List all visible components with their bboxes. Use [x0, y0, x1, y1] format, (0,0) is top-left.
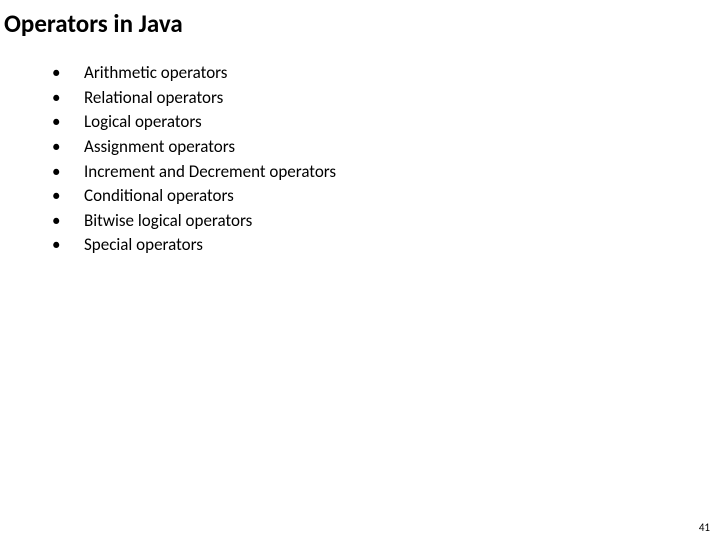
page-number: 41	[699, 521, 710, 534]
bullet-text: Special operators	[84, 233, 720, 258]
bullet-text: Bitwise logical operators	[84, 209, 720, 234]
bullet-icon: •	[50, 61, 84, 86]
list-item: • Special operators	[50, 233, 720, 258]
bullet-icon: •	[50, 160, 84, 185]
bullet-icon: •	[50, 86, 84, 111]
bullet-text: Logical operators	[84, 110, 720, 135]
slide-title: Operators in Java	[0, 0, 720, 39]
bullet-text: Increment and Decrement operators	[84, 160, 720, 185]
bullet-text: Arithmetic operators	[84, 61, 720, 86]
list-item: • Conditional operators	[50, 184, 720, 209]
list-item: • Arithmetic operators	[50, 61, 720, 86]
bullet-text: Assignment operators	[84, 135, 720, 160]
bullet-icon: •	[50, 184, 84, 209]
content-area: • Arithmetic operators • Relational oper…	[0, 39, 720, 258]
list-item: • Bitwise logical operators	[50, 209, 720, 234]
bullet-icon: •	[50, 110, 84, 135]
bullet-text: Conditional operators	[84, 184, 720, 209]
list-item: • Logical operators	[50, 110, 720, 135]
bullet-icon: •	[50, 135, 84, 160]
list-item: • Increment and Decrement operators	[50, 160, 720, 185]
bullet-list: • Arithmetic operators • Relational oper…	[50, 61, 720, 258]
list-item: • Assignment operators	[50, 135, 720, 160]
bullet-icon: •	[50, 233, 84, 258]
bullet-text: Relational operators	[84, 86, 720, 111]
list-item: • Relational operators	[50, 86, 720, 111]
bullet-icon: •	[50, 209, 84, 234]
